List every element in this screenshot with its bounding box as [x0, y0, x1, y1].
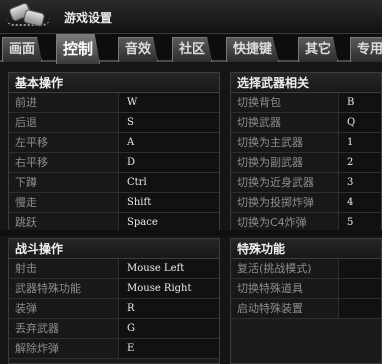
tab-hotkeys[interactable]: 快捷键 — [226, 37, 280, 62]
action-label: 切换为主武器 — [231, 133, 339, 152]
keybind-row[interactable]: 后退 S — [9, 113, 219, 133]
key-binding[interactable]: 2 — [339, 153, 381, 172]
keybind-row[interactable]: 切换背包 B — [231, 93, 381, 113]
action-label: 前进 — [9, 93, 119, 112]
action-label: 切换特殊道具 — [231, 279, 339, 298]
key-binding[interactable]: G — [119, 319, 219, 338]
keybind-row[interactable]: 切换特殊道具 — [231, 279, 381, 299]
action-label: 右平移 — [9, 153, 119, 172]
tab-bar: 画面 控制 音效 社区 快捷键 其它 专用 — [0, 34, 382, 64]
basic-operations-panel: 基本操作 前进 W 后退 S 左平移 A 右平移 D 下蹲 Ctrl 慢走 Shift 跳跃… — [8, 72, 220, 233]
tab-special[interactable]: 专用 — [350, 37, 382, 62]
key-binding[interactable]: E — [119, 339, 219, 358]
keybind-row[interactable]: 装弹 R — [9, 299, 219, 319]
key-binding[interactable] — [339, 279, 381, 298]
section-divider — [0, 230, 382, 236]
keybind-row[interactable]: 切换为近身武器 3 — [231, 173, 381, 193]
special-functions-title: 特殊功能 — [231, 239, 381, 259]
key-binding[interactable]: Shift — [119, 193, 219, 212]
action-label: 丢弃武器 — [9, 319, 119, 338]
key-binding[interactable]: 4 — [339, 193, 381, 212]
key-binding[interactable]: Mouse Right — [119, 279, 219, 298]
keybind-row[interactable]: 左平移 A — [9, 133, 219, 153]
keybind-row[interactable]: 前进 W — [9, 93, 219, 113]
key-binding[interactable]: W — [119, 93, 219, 112]
key-binding[interactable]: 1 — [339, 133, 381, 152]
action-label: 下蹲 — [9, 173, 119, 192]
key-binding[interactable] — [339, 299, 381, 318]
key-binding[interactable]: D — [119, 153, 219, 172]
key-binding[interactable]: R — [119, 299, 219, 318]
keybind-row[interactable]: 射击 Mouse Left — [9, 259, 219, 279]
key-binding[interactable]: A — [119, 133, 219, 152]
keybind-row[interactable]: 切换为副武器 2 — [231, 153, 381, 173]
key-binding[interactable]: 3 — [339, 173, 381, 192]
key-binding[interactable]: Q — [339, 113, 381, 132]
key-binding[interactable]: Ctrl — [119, 173, 219, 192]
action-label: 切换为副武器 — [231, 153, 339, 172]
key-binding[interactable]: B — [339, 93, 381, 112]
keybind-row[interactable]: 右平移 D — [9, 153, 219, 173]
action-label: 启动特殊装置 — [231, 299, 339, 318]
title-bar: 游戏设置 — [0, 0, 382, 34]
special-functions-panel: 特殊功能 复活(挑战模式) 切换特殊道具 启动特殊装置 — [230, 238, 382, 364]
keybind-row[interactable]: 丢弃武器 G — [9, 319, 219, 339]
keybind-row[interactable]: 复活(挑战模式) — [231, 259, 381, 279]
action-label: 切换为近身武器 — [231, 173, 339, 192]
keybind-row[interactable]: 慢走 Shift — [9, 193, 219, 213]
action-label: 切换武器 — [231, 113, 339, 132]
weapon-selection-panel: 选择武器相关 切换背包 B 切换武器 Q 切换为主武器 1 切换为副武器 2 切换为近身… — [230, 72, 382, 233]
keybind-row[interactable]: 切换为主武器 1 — [231, 133, 381, 153]
action-label: 武器特殊功能 — [9, 279, 119, 298]
action-label: 后退 — [9, 113, 119, 132]
tab-audio[interactable]: 音效 — [118, 37, 159, 62]
keybind-row[interactable]: 解除炸弹 E — [9, 339, 219, 359]
tab-graphics[interactable]: 画面 — [2, 37, 43, 62]
keybind-row[interactable]: 武器特殊功能 Mouse Right — [9, 279, 219, 299]
action-label: 慢走 — [9, 193, 119, 212]
action-label: 装弹 — [9, 299, 119, 318]
action-label: 切换背包 — [231, 93, 339, 112]
keybind-row[interactable]: 下蹲 Ctrl — [9, 173, 219, 193]
keybind-row[interactable]: 启动特殊装置 — [231, 299, 381, 319]
combat-operations-title: 战斗操作 — [9, 239, 219, 259]
combat-operations-panel: 战斗操作 射击 Mouse Left 武器特殊功能 Mouse Right 装弹 R … — [8, 238, 220, 364]
action-label: 射击 — [9, 259, 119, 278]
action-label: 左平移 — [9, 133, 119, 152]
key-binding[interactable]: S — [119, 113, 219, 132]
tab-community[interactable]: 社区 — [172, 37, 213, 62]
weapon-selection-title: 选择武器相关 — [231, 73, 381, 93]
key-binding[interactable]: Mouse Left — [119, 259, 219, 278]
basic-operations-title: 基本操作 — [9, 73, 219, 93]
action-label: 解除炸弹 — [9, 339, 119, 358]
key-binding[interactable] — [339, 259, 381, 278]
action-label: 切换为投掷炸弹 — [231, 193, 339, 212]
action-label: 复活(挑战模式) — [231, 259, 339, 278]
tab-controls[interactable]: 控制 — [56, 34, 101, 64]
keybind-row[interactable]: 切换武器 Q — [231, 113, 381, 133]
keybind-row[interactable]: 切换为投掷炸弹 4 — [231, 193, 381, 213]
tab-other[interactable]: 其它 — [298, 37, 339, 62]
window-title: 游戏设置 — [64, 11, 113, 25]
dog-tags-logo-icon — [4, 1, 54, 30]
